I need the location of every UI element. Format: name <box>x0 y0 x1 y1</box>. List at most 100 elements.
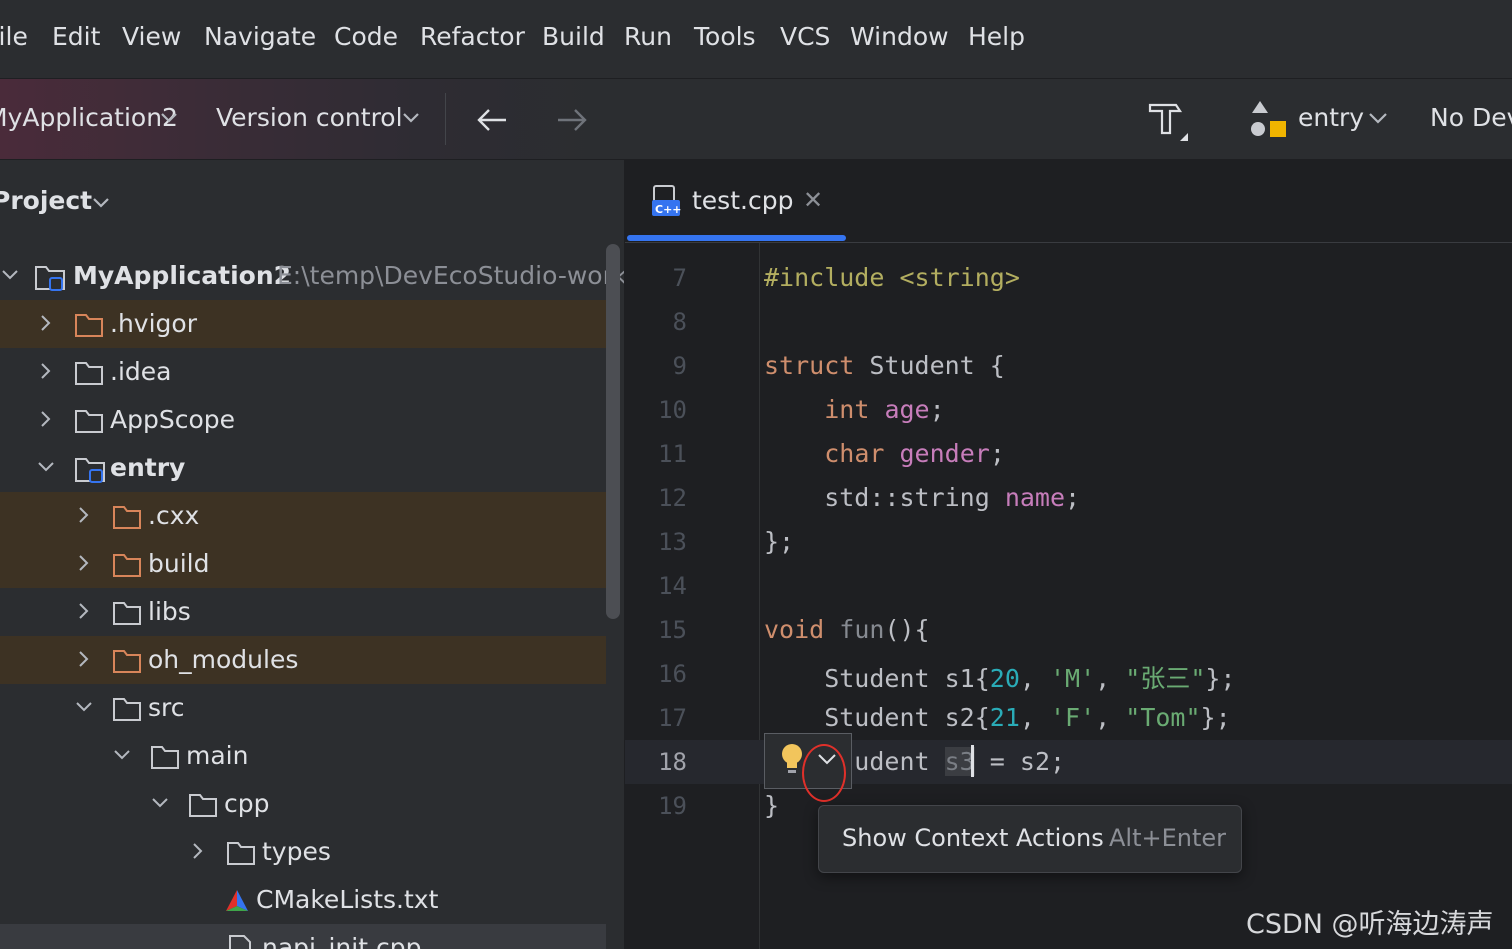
tree-item-oh-modules[interactable]: oh_modules <box>0 636 606 684</box>
chevron-down-icon <box>93 198 109 208</box>
line-number: 15 <box>658 616 687 644</box>
tree-item-types[interactable]: types <box>0 828 606 876</box>
tree-item-cpp[interactable]: cpp <box>0 780 606 828</box>
line-number: 19 <box>658 792 687 820</box>
menu-file[interactable]: File <box>0 22 28 51</box>
close-icon[interactable]: ✕ <box>803 186 823 214</box>
menu-vcs[interactable]: VCS <box>780 22 830 51</box>
folder-icon <box>113 506 141 529</box>
line-number: 7 <box>672 264 687 292</box>
vcs-label: Version control <box>216 103 403 132</box>
menu-edit[interactable]: Edit <box>52 22 100 51</box>
chevron-right-icon[interactable] <box>188 841 208 861</box>
chevron-down-icon <box>161 113 177 123</box>
menu-run[interactable]: Run <box>624 22 672 51</box>
menu-view[interactable]: View <box>122 22 181 51</box>
tree-item-main[interactable]: main <box>0 732 606 780</box>
chevron-right-icon[interactable] <box>74 601 94 621</box>
tree-item-idea[interactable]: .idea <box>0 348 606 396</box>
hammer-icon[interactable] <box>1146 99 1190 143</box>
project-panel: Project MyApplication2 E:\temp\DevEcoStu… <box>0 160 624 949</box>
menu-help[interactable]: Help <box>968 22 1025 51</box>
code-line: 10 int age; <box>625 388 1512 432</box>
tree-item-napi-init[interactable]: napi_init.cpp <box>0 924 606 949</box>
cmake-icon <box>226 890 248 911</box>
toolbar-separator <box>445 93 446 145</box>
tree-item-libs[interactable]: libs <box>0 588 606 636</box>
code-line: 9 struct Student { <box>625 344 1512 388</box>
line-number: 10 <box>658 396 687 424</box>
tree-item-hvigor[interactable]: .hvigor <box>0 300 606 348</box>
tab-test-cpp[interactable]: C++ test.cpp ✕ <box>625 160 847 242</box>
line-number: 12 <box>658 484 687 512</box>
project-path: E:\temp\DevEcoStudio-workspace <box>277 261 624 290</box>
line-number: 16 <box>658 660 687 688</box>
code-line: 17 Student s2{21, 'F', "Tom"}; <box>625 696 1512 740</box>
code-line-current: 18 Student s3 = s2; <box>625 740 1512 784</box>
code-line: 16 Student s1{20, 'M', "张三"}; <box>625 652 1512 696</box>
tooltip-shortcut: Alt+Enter <box>1109 824 1227 852</box>
folder-icon <box>151 746 179 769</box>
tree-item-appscope[interactable]: AppScope <box>0 396 606 444</box>
project-scrollbar[interactable] <box>606 244 620 619</box>
tree-item-src[interactable]: src <box>0 684 606 732</box>
code-text: }; <box>764 527 795 556</box>
folder-icon <box>75 410 103 433</box>
chevron-down-icon[interactable] <box>112 745 132 765</box>
chevron-right-icon[interactable] <box>74 505 94 525</box>
tooltip-label: Show Context Actions <box>842 824 1104 852</box>
chevron-down-icon[interactable] <box>36 457 56 477</box>
code-text: void fun(){ <box>764 615 930 644</box>
forward-arrow-icon[interactable] <box>554 105 590 135</box>
line-number: 18 <box>658 748 687 776</box>
tree-item-cmakelists[interactable]: CMakeLists.txt <box>0 876 606 924</box>
tree-item-cxx[interactable]: .cxx <box>0 492 606 540</box>
line-number: 13 <box>658 528 687 556</box>
tree-item-entry[interactable]: entry <box>0 444 606 492</box>
code-text: std::string name; <box>764 483 1081 512</box>
menu-tools[interactable]: Tools <box>694 22 756 51</box>
code-line: 12 std::string name; <box>625 476 1512 520</box>
menu-navigate[interactable]: Navigate <box>204 22 316 51</box>
folder-icon <box>113 602 141 625</box>
menu-window[interactable]: Window <box>850 22 949 51</box>
chevron-down-icon[interactable] <box>150 793 170 813</box>
chevron-right-icon[interactable] <box>74 553 94 573</box>
tree-item-build[interactable]: build <box>0 540 606 588</box>
cpp-file-icon <box>229 935 251 949</box>
chevron-down-icon[interactable] <box>0 265 20 285</box>
chevron-right-icon[interactable] <box>36 409 56 429</box>
menu-code[interactable]: Code <box>334 22 398 51</box>
tree-label: MyApplication2 <box>73 261 292 290</box>
device-selector[interactable]: No Devices <box>1430 103 1512 132</box>
tree-label: libs <box>148 597 191 626</box>
module-folder-icon <box>75 458 105 483</box>
chevron-right-icon[interactable] <box>74 649 94 669</box>
chevron-right-icon[interactable] <box>36 361 56 381</box>
back-arrow-icon[interactable] <box>474 105 510 135</box>
folder-icon <box>75 362 103 385</box>
folder-icon <box>113 554 141 577</box>
line-number: 8 <box>672 308 687 336</box>
run-config-label: entry <box>1298 103 1365 132</box>
project-name: MyApplication2 <box>0 103 178 132</box>
text-caret <box>971 745 974 777</box>
chevron-down-icon[interactable] <box>74 697 94 717</box>
code-text: int age; <box>824 395 945 424</box>
code-text: char gender; <box>824 439 1005 468</box>
tree-label: CMakeLists.txt <box>256 885 439 914</box>
main-toolbar: MyApplication2 Version control entry No … <box>0 79 1512 160</box>
menu-build[interactable]: Build <box>542 22 605 51</box>
code-line: 7 #include <string> <box>625 256 1512 300</box>
chevron-right-icon[interactable] <box>36 313 56 333</box>
folder-icon <box>113 650 141 673</box>
tree-label: build <box>148 549 210 578</box>
menu-refactor[interactable]: Refactor <box>420 22 525 51</box>
watermark: CSDN @听海边涛声 <box>1246 909 1494 940</box>
folder-icon <box>227 842 255 865</box>
code-editor[interactable]: C++ test.cpp ✕ 7 #include <string> 8 9 s… <box>625 160 1512 949</box>
tree-label: main <box>186 741 249 770</box>
code-line: 13 }; <box>625 520 1512 564</box>
code-line: 15 void fun(){ <box>625 608 1512 652</box>
tree-item-myapplication2[interactable]: MyApplication2 E:\temp\DevEcoStudio-work… <box>0 252 624 300</box>
